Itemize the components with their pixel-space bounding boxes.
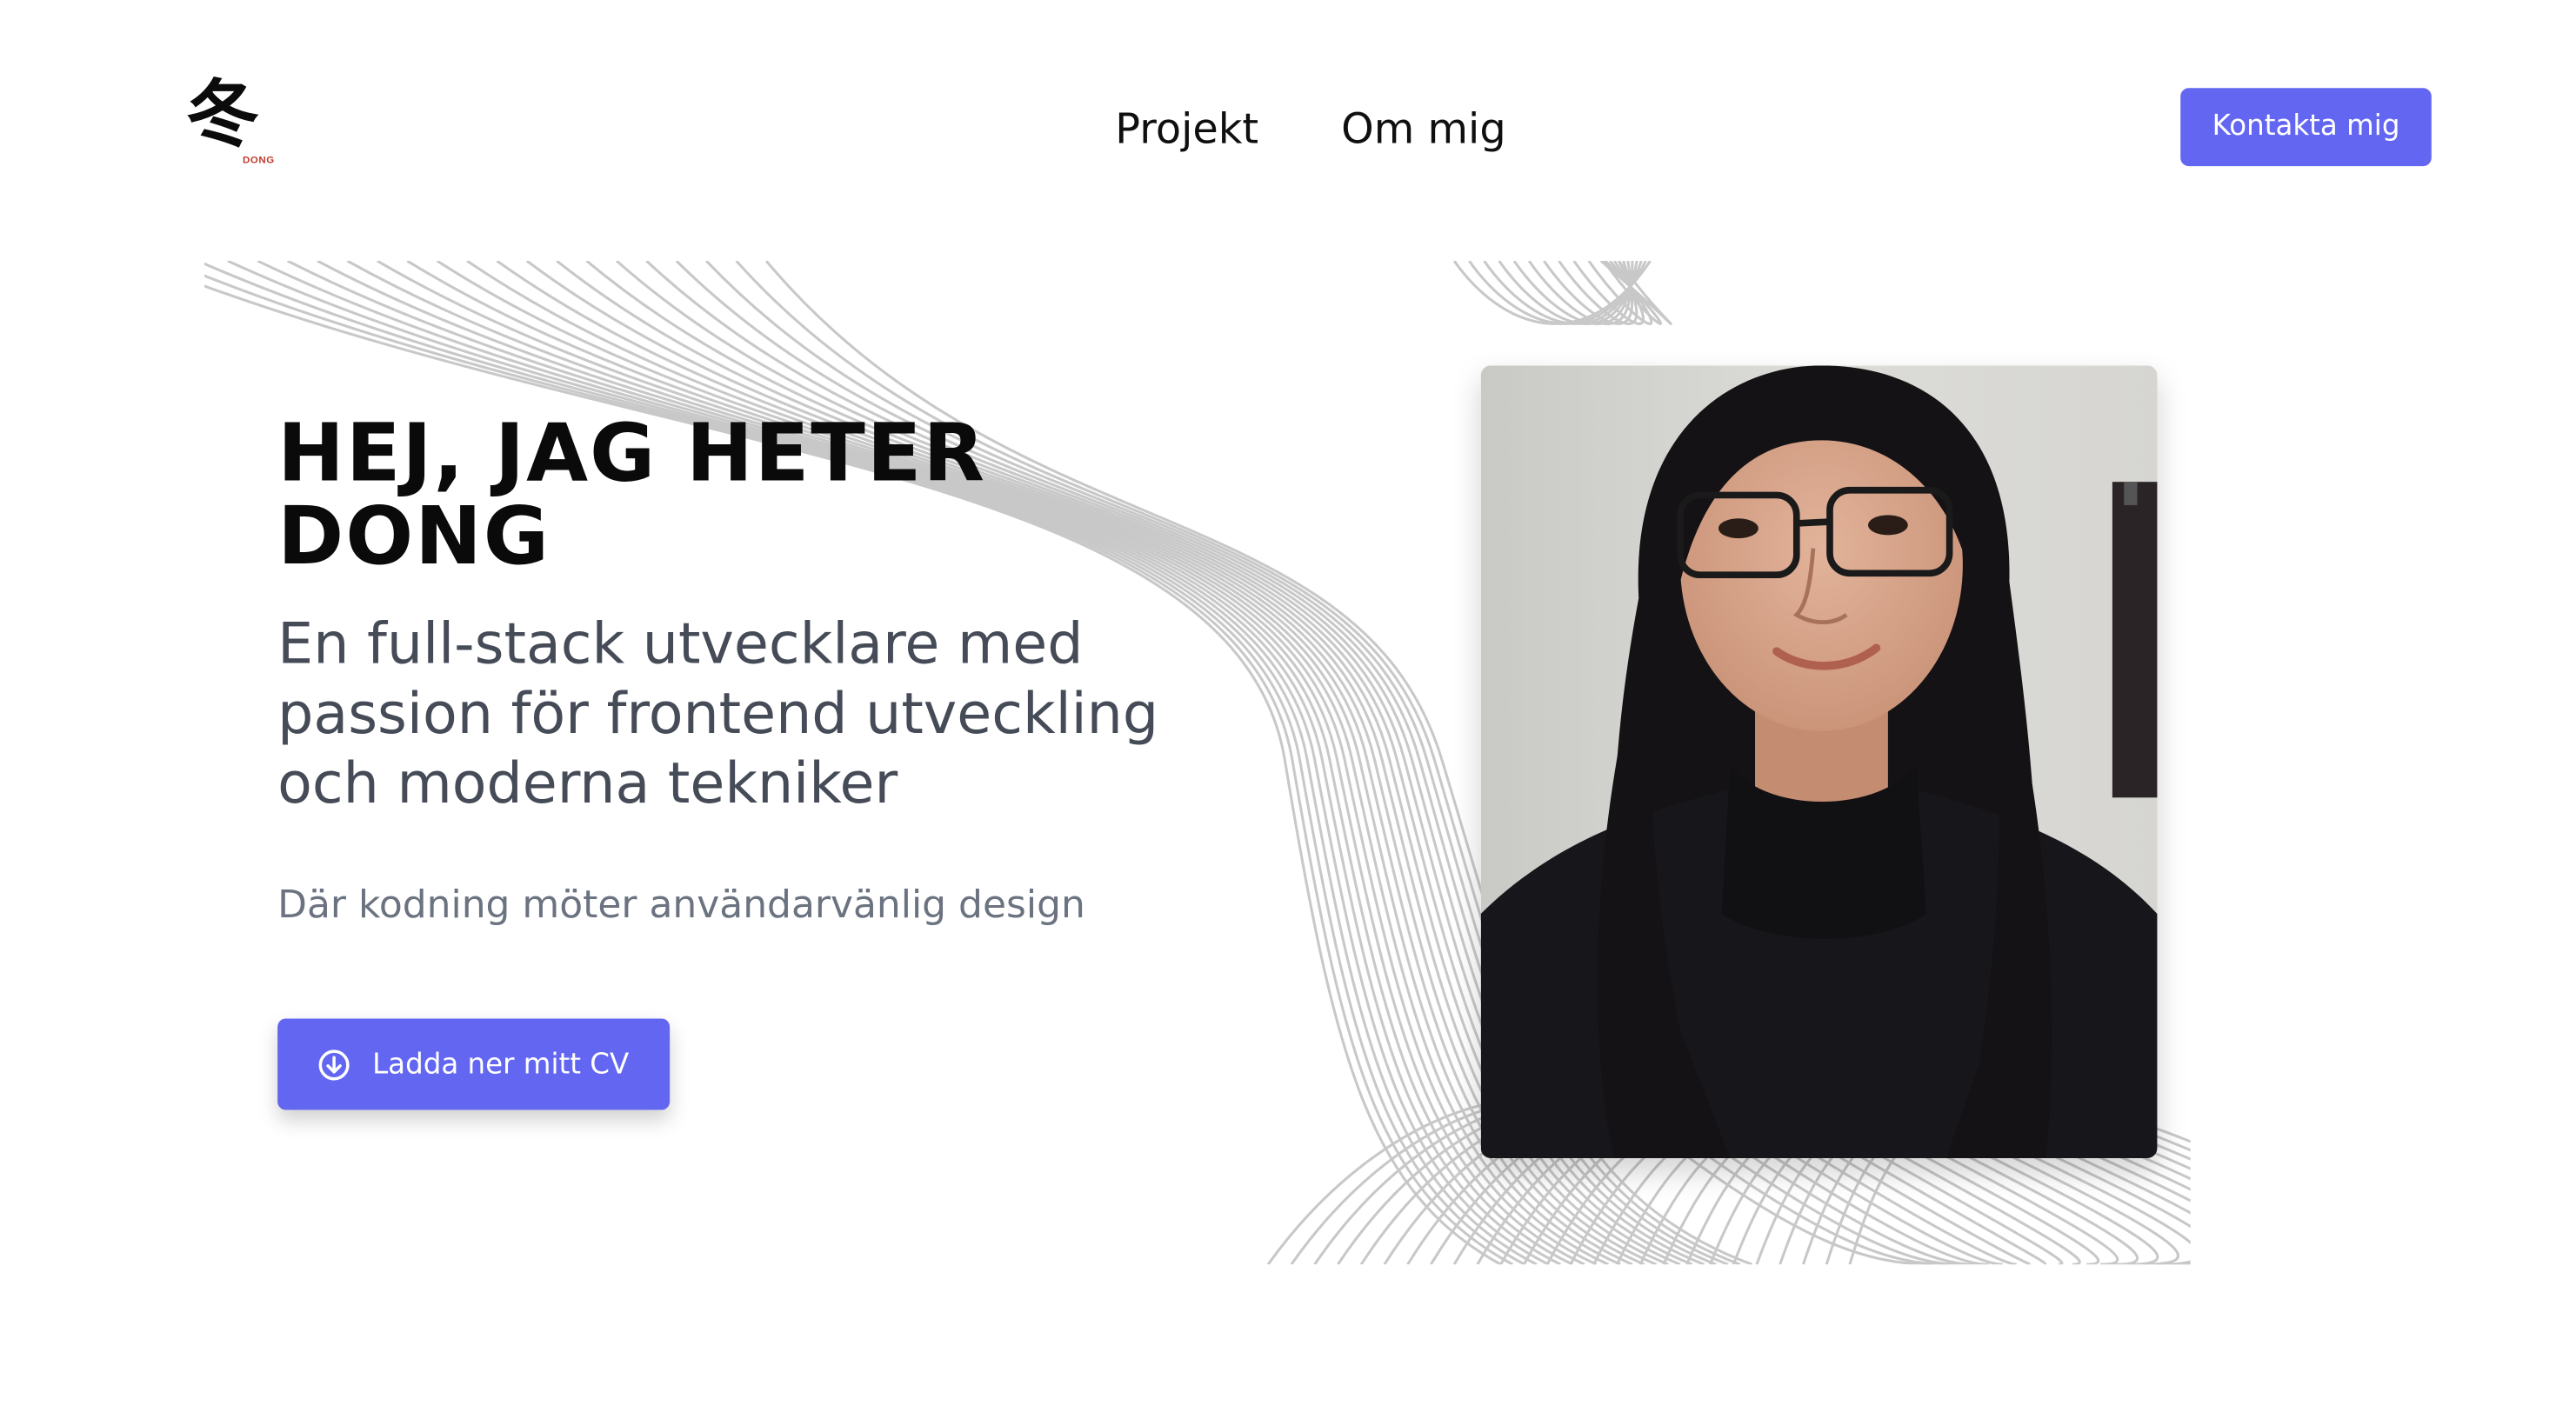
download-cv-label: Ladda ner mitt CV <box>372 1047 630 1082</box>
profile-photo <box>1480 365 2158 1158</box>
hero-title: HEJ, JAG HETER DONG <box>277 407 986 583</box>
contact-button[interactable]: Kontakta mig <box>2180 88 2432 167</box>
nav-link-om-mig[interactable]: Om mig <box>1341 97 1505 163</box>
download-circle-icon <box>318 1049 350 1080</box>
download-cv-button[interactable]: Ladda ner mitt CV <box>277 1018 671 1110</box>
hero-subtitle: En full-stack utvecklare med passion för… <box>277 611 1159 818</box>
portrait-illustration <box>1480 365 2158 1158</box>
nav-link-projekt[interactable]: Projekt <box>1115 97 1258 163</box>
page: 冬 DONG Projekt Om mig Kontakta mig HEJ, … <box>0 0 2576 1419</box>
hero-tagline: Där kodning möter användarvänlig design <box>277 883 1085 928</box>
